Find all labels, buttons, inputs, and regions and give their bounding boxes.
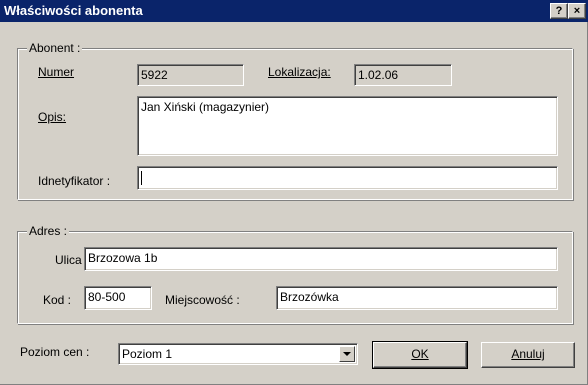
miejscowosc-input[interactable]: Brzozówka bbox=[276, 286, 558, 310]
close-button[interactable]: × bbox=[568, 3, 586, 19]
kod-input[interactable]: 80-500 bbox=[84, 286, 152, 310]
ulica-label: Ulica bbox=[55, 253, 82, 267]
dialog-window: Właściwości abonenta ? × Abonent : Numer… bbox=[0, 0, 588, 385]
miejscowosc-label: Miejscowość : bbox=[165, 293, 240, 307]
chevron-down-icon[interactable] bbox=[339, 346, 355, 362]
poziom-cen-label: Poziom cen : bbox=[20, 345, 90, 359]
opis-textarea[interactable]: Jan Xiński (magazynier) bbox=[137, 96, 558, 156]
help-button[interactable]: ? bbox=[550, 3, 568, 19]
text-cursor bbox=[141, 170, 142, 185]
anuluj-button-label: Anuluj bbox=[511, 347, 545, 361]
anuluj-button[interactable]: Anuluj bbox=[481, 342, 575, 368]
window-title: Właściwości abonenta bbox=[4, 3, 143, 18]
lokalizacja-field: 1.02.06 bbox=[354, 64, 452, 86]
poziom-cen-selected: Poziom 1 bbox=[122, 347, 173, 361]
ulica-input[interactable]: Brzozowa 1b bbox=[84, 247, 558, 271]
poziom-cen-select[interactable]: Poziom 1 bbox=[118, 343, 358, 365]
numer-label: Numer bbox=[38, 65, 75, 79]
identyfikator-label: Idnetyfikator : bbox=[38, 174, 111, 188]
adres-group-label: Adres : bbox=[27, 224, 70, 238]
ok-button[interactable]: OK bbox=[372, 341, 468, 369]
lokalizacja-label: Lokalizacja: bbox=[268, 65, 331, 79]
numer-field: 5922 bbox=[137, 64, 244, 86]
title-bar[interactable]: Właściwości abonenta ? × bbox=[0, 0, 588, 22]
identyfikator-input[interactable] bbox=[137, 166, 558, 190]
kod-label: Kod : bbox=[43, 293, 72, 307]
abonent-group-label: Abonent : bbox=[27, 41, 83, 55]
ok-button-label: OK bbox=[411, 347, 429, 361]
adres-group: Adres : bbox=[17, 224, 573, 324]
opis-label: Opis: bbox=[38, 110, 67, 124]
